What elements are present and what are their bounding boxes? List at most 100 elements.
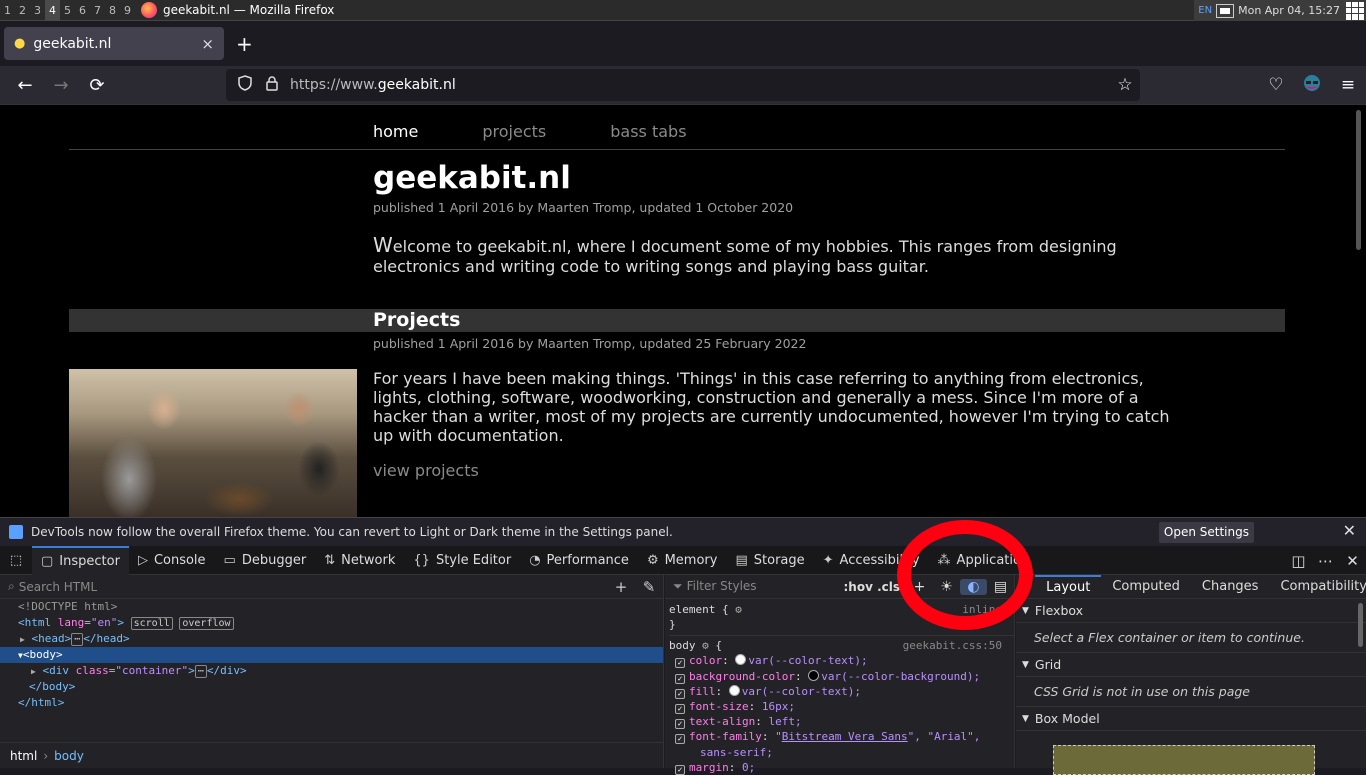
checkbox[interactable]: ✓ — [675, 673, 685, 684]
shield-icon[interactable] — [230, 75, 260, 95]
workspace-7[interactable]: 7 — [90, 0, 105, 21]
checkbox[interactable]: ✓ — [675, 658, 685, 669]
color-swatch[interactable] — [728, 684, 740, 696]
font-link[interactable]: Bitstream Vera Sans — [782, 730, 908, 743]
workspace-3[interactable]: 3 — [30, 0, 45, 21]
app-menu-icon[interactable]: ≡ — [1330, 75, 1366, 95]
prop-value[interactable]: var(--color-background); — [821, 670, 980, 683]
site-nav-home[interactable]: home — [373, 122, 418, 141]
prop-name[interactable]: margin — [689, 761, 729, 774]
flexbox-section-header[interactable]: ▼ Flexbox — [1016, 599, 1366, 623]
gear-icon[interactable]: ⚙ — [702, 639, 709, 652]
prop-value[interactable]: 16px; — [762, 700, 795, 713]
tab-storage[interactable]: ▤ Storage — [726, 546, 813, 575]
tree-html[interactable]: <html lang="en"> scroll overflow — [0, 615, 663, 631]
tab-close-icon[interactable]: × — [201, 35, 214, 53]
filter-styles-input[interactable]: ⏷ Filter Styles — [665, 579, 843, 594]
site-nav-bass-tabs[interactable]: bass tabs — [610, 122, 686, 141]
app-grid-icon[interactable] — [1346, 1, 1364, 20]
page-scrollbar[interactable] — [1356, 110, 1361, 250]
bookmark-star-icon[interactable]: ☆ — [1110, 75, 1140, 95]
tab-computed[interactable]: Computed — [1101, 575, 1191, 599]
tab-console[interactable]: ▷ Console — [129, 546, 215, 575]
checkbox[interactable]: ✓ — [675, 688, 685, 699]
tab-inspector[interactable]: ▢ Inspector — [32, 545, 129, 575]
eyedropper-icon[interactable]: ✎ — [635, 578, 663, 596]
gear-icon[interactable]: ⚙ — [735, 603, 742, 616]
url-text[interactable]: https://www.geekabit.nl — [284, 77, 1110, 93]
prop-name[interactable]: background-color — [689, 670, 795, 683]
body-src-link[interactable]: geekabit.css:50 — [903, 638, 1002, 653]
layout-scrollbar[interactable] — [1358, 603, 1363, 647]
prop-value[interactable]: ", "Arial", — [908, 730, 981, 743]
tree-body[interactable]: ▼<body> — [0, 647, 663, 663]
body-sel[interactable]: body — [669, 639, 696, 652]
workspace-4[interactable]: 4 — [45, 0, 60, 21]
pocket-icon[interactable]: ♡ — [1258, 75, 1294, 95]
new-tab-button[interactable]: + — [236, 32, 253, 56]
body-tag: <body> — [22, 648, 63, 661]
tab-performance[interactable]: ◔ Performance — [520, 546, 638, 575]
overflow-badge[interactable]: overflow — [179, 617, 234, 630]
site-nav-projects[interactable]: projects — [482, 122, 546, 141]
tree-div-container[interactable]: ▶ <div class="container"> ⋯ </div> — [0, 663, 663, 679]
element-picker-icon[interactable]: ⬚ — [0, 553, 32, 568]
tab-changes[interactable]: Changes — [1191, 575, 1270, 599]
workspace-5[interactable]: 5 — [60, 0, 75, 21]
prop-value[interactable]: left; — [768, 715, 801, 728]
workspace-8[interactable]: 8 — [105, 0, 120, 21]
forward-button[interactable]: → — [43, 75, 79, 96]
color-swatch[interactable] — [735, 654, 747, 666]
workspace-6[interactable]: 6 — [75, 0, 90, 21]
account-avatar-icon[interactable] — [1294, 74, 1330, 97]
workspace-1[interactable]: 1 — [0, 0, 15, 21]
tab-network[interactable]: ⇅ Network — [315, 546, 404, 575]
back-button[interactable]: ← — [7, 75, 43, 96]
notice-close-icon[interactable]: ✕ — [1343, 521, 1356, 540]
checkbox[interactable]: ✓ — [675, 734, 685, 745]
prop-name[interactable]: fill — [689, 685, 716, 698]
view-projects-link[interactable]: view projects — [373, 461, 479, 480]
dock-side-icon[interactable]: ◫ — [1285, 552, 1312, 570]
ellipsis-badge[interactable]: ⋯ — [194, 665, 207, 678]
breadcrumb-body[interactable]: body — [54, 749, 84, 763]
hov-cls-toggle[interactable]: :hov .cls — [843, 580, 900, 594]
checkbox[interactable]: ✓ — [675, 703, 685, 714]
add-node-icon[interactable]: + — [607, 578, 635, 596]
devtools-close-icon[interactable]: ✕ — [1339, 552, 1366, 570]
more-options-icon[interactable]: ⋯ — [1312, 552, 1339, 570]
prop-name[interactable]: text-align — [689, 715, 755, 728]
search-html-input[interactable]: Search HTML — [19, 580, 607, 594]
network-icon[interactable] — [1216, 3, 1235, 18]
prop-value[interactable]: 0; — [742, 761, 755, 774]
prop-value[interactable]: var(--color-text); — [748, 654, 867, 667]
prop-name[interactable]: font-size — [689, 700, 749, 713]
keyboard-layout[interactable]: EN — [1194, 5, 1216, 16]
tab-geekabit[interactable]: ● geekabit.nl × — [4, 27, 224, 60]
tab-style-editor[interactable]: {} Style Editor — [404, 546, 520, 575]
open-settings-button[interactable]: Open Settings — [1158, 522, 1254, 543]
url-bar[interactable]: https://www.geekabit.nl ☆ — [226, 69, 1140, 101]
tab-debugger[interactable]: ▭ Debugger — [215, 546, 316, 575]
scroll-badge[interactable]: scroll — [130, 617, 173, 630]
tree-head[interactable]: ▶ <head> ⋯ </head> — [0, 631, 663, 647]
workspace-2[interactable]: 2 — [15, 0, 30, 21]
color-swatch[interactable] — [808, 669, 820, 681]
prop-value[interactable]: " — [775, 730, 782, 743]
lock-icon[interactable] — [260, 75, 284, 95]
prop-name[interactable]: font-family — [689, 730, 762, 743]
boxmodel-section-header[interactable]: ▼ Box Model — [1016, 707, 1366, 731]
workspace-9[interactable]: 9 — [120, 0, 135, 21]
prop-name[interactable]: color — [689, 654, 722, 667]
grid-section-header[interactable]: ▼ Grid — [1016, 653, 1366, 677]
tab-compatibility[interactable]: Compatibility — [1269, 575, 1366, 599]
prop-value[interactable]: var(--color-text); — [742, 685, 861, 698]
checkbox[interactable]: ✓ — [675, 764, 685, 775]
tab-memory[interactable]: ⚙ Memory — [638, 546, 727, 575]
reload-button[interactable]: ⟳ — [79, 75, 115, 96]
breadcrumb-html[interactable]: html — [10, 749, 37, 763]
checkbox[interactable]: ✓ — [675, 719, 685, 730]
tab-layout[interactable]: Layout — [1035, 574, 1102, 599]
prop-value[interactable]: sans-serif; — [700, 746, 773, 759]
ellipsis-badge[interactable]: ⋯ — [71, 633, 84, 646]
